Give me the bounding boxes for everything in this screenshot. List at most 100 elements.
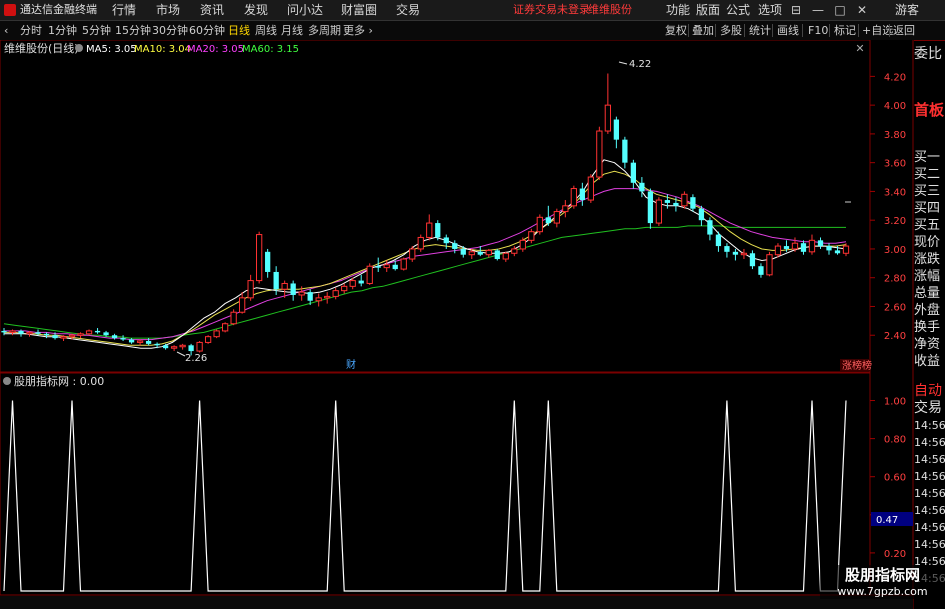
candle-body bbox=[409, 248, 416, 260]
trade-label: 交易 bbox=[914, 400, 942, 416]
price-tick-label: 2.80 bbox=[884, 274, 906, 285]
draw-line-button[interactable]: 画线 bbox=[777, 21, 799, 40]
menu-bar: 通达信金融终端 行情 市场 资讯 发现 问小达 财富圈 交易 证券交易未登录 维… bbox=[0, 0, 945, 21]
menu-options[interactable]: 选项 bbox=[758, 0, 782, 20]
candle-body bbox=[681, 193, 688, 207]
menu-layout[interactable]: 版面 bbox=[696, 0, 720, 20]
menu-quotes[interactable]: 行情 bbox=[112, 0, 136, 20]
order-book-label: 现价 bbox=[914, 235, 941, 250]
login-notice[interactable]: 证券交易未登录 bbox=[513, 0, 590, 20]
menu-discover[interactable]: 发现 bbox=[244, 0, 268, 20]
candle-body bbox=[196, 341, 203, 352]
close-chart-icon[interactable]: ✕ bbox=[855, 42, 864, 55]
order-book-label: 买三 bbox=[914, 184, 941, 199]
overlay-button[interactable]: 叠加 bbox=[692, 21, 714, 40]
period-weekly[interactable]: 周线 bbox=[255, 21, 277, 40]
multi-stock-button[interactable]: 多股 bbox=[720, 21, 742, 40]
candle-body bbox=[417, 236, 424, 250]
menu-market[interactable]: 市场 bbox=[156, 0, 180, 20]
arrow-left-icon[interactable]: ‹ bbox=[4, 21, 8, 40]
candle-body bbox=[68, 334, 76, 338]
candle-body bbox=[460, 248, 466, 255]
order-book-label: 买一 bbox=[914, 150, 941, 165]
candle-body bbox=[179, 344, 186, 348]
menu-news[interactable]: 资讯 bbox=[200, 0, 224, 20]
indicator-settings-icon[interactable] bbox=[3, 377, 11, 385]
mark-button[interactable]: 标记 bbox=[834, 21, 856, 40]
order-book-label: 换手 bbox=[914, 320, 941, 335]
candle-body bbox=[349, 280, 356, 287]
screen-icon[interactable]: ⊟ bbox=[785, 0, 807, 20]
auto-label[interactable]: 自动 bbox=[914, 383, 945, 400]
candle-body bbox=[485, 249, 492, 256]
order-book-label: 涨幅 bbox=[914, 269, 941, 284]
stock-chart[interactable]: 4.20 4.00 3.80 3.60 3.40 3.20 3.00 2.80 2.60 2.40… bbox=[0, 40, 914, 609]
order-book-label: 涨跌 bbox=[914, 252, 941, 267]
tick-time: 14:56 bbox=[914, 453, 945, 466]
candle-body bbox=[834, 250, 841, 254]
menu-ask[interactable]: 问小达 bbox=[287, 0, 323, 20]
candle-body bbox=[528, 231, 535, 241]
candle-body bbox=[613, 119, 620, 140]
candle-body bbox=[655, 199, 663, 224]
candle-body bbox=[26, 331, 33, 335]
period-multi[interactable]: 多周期 bbox=[308, 21, 341, 40]
price-tick-label: 2.60 bbox=[884, 302, 906, 313]
period-60min[interactable]: 60分钟 bbox=[189, 21, 225, 40]
adjust-button[interactable]: 复权 bbox=[665, 21, 687, 40]
back-button[interactable]: 返回 bbox=[893, 21, 915, 40]
candle-body bbox=[43, 333, 50, 336]
candle-body bbox=[443, 237, 449, 244]
financial-event-marker[interactable]: 财 bbox=[346, 358, 356, 371]
close-icon[interactable]: ✕ bbox=[851, 0, 873, 20]
candle-body bbox=[383, 264, 390, 269]
menu-formula[interactable]: 公式 bbox=[726, 0, 750, 20]
period-daily[interactable]: 日线 bbox=[228, 21, 250, 40]
statistics-button[interactable]: 统计 bbox=[749, 21, 771, 40]
candle-body bbox=[511, 248, 518, 254]
candle-body bbox=[204, 336, 212, 343]
candle-body bbox=[315, 297, 322, 302]
candle-body bbox=[536, 216, 543, 233]
candle-body bbox=[604, 104, 611, 132]
period-5min[interactable]: 5分钟 bbox=[82, 21, 111, 40]
stock-title: 维维股份(日线) bbox=[4, 41, 79, 55]
period-15min[interactable]: 15分钟 bbox=[115, 21, 151, 40]
candle-body bbox=[307, 292, 313, 301]
stock-name-link[interactable]: 维维股份 bbox=[588, 0, 632, 20]
period-monthly[interactable]: 月线 bbox=[281, 21, 303, 40]
minimize-icon[interactable]: — bbox=[807, 0, 829, 20]
bid-ratio-label: 委比 bbox=[914, 46, 942, 62]
period-more[interactable]: 更多 › bbox=[343, 21, 373, 40]
f10-button[interactable]: F10 bbox=[808, 21, 828, 40]
period-30min[interactable]: 30分钟 bbox=[152, 21, 188, 40]
settings-dot-icon[interactable] bbox=[75, 44, 83, 52]
menu-function[interactable]: 功能 bbox=[666, 0, 690, 20]
price-tick-label: 3.80 bbox=[884, 130, 906, 141]
candle-body bbox=[128, 339, 135, 343]
indicator-label: 股朋指标网 : 0.00 bbox=[14, 374, 104, 388]
limit-up-tag[interactable]: 涨榜榜 bbox=[842, 359, 872, 372]
candle-body bbox=[426, 222, 433, 238]
guest-label[interactable]: 游客 bbox=[895, 0, 919, 20]
candle-body bbox=[698, 208, 705, 221]
candle-body bbox=[673, 202, 679, 206]
candle-body bbox=[324, 295, 331, 299]
price-tick-label: 3.00 bbox=[884, 245, 906, 256]
candle-body bbox=[281, 282, 288, 290]
order-book-label: 外盘 bbox=[914, 303, 941, 318]
first-board-label[interactable]: 首板 bbox=[914, 100, 945, 120]
watermark-title: 股朋指标网 bbox=[844, 566, 920, 584]
menu-wealth-circle[interactable]: 财富圈 bbox=[341, 0, 377, 20]
candle-body bbox=[826, 246, 832, 251]
period-1min[interactable]: 1分钟 bbox=[48, 21, 77, 40]
menu-trade[interactable]: 交易 bbox=[396, 0, 420, 20]
candle-body bbox=[18, 330, 24, 334]
candle-body bbox=[758, 266, 764, 275]
maximize-icon[interactable]: □ bbox=[829, 0, 851, 20]
trade-panel: 自动 交易 bbox=[914, 383, 945, 417]
candle-body bbox=[358, 280, 364, 284]
period-tick[interactable]: 分时 bbox=[20, 21, 42, 40]
period-toolbar: ‹ 分时 1分钟 5分钟 15分钟 30分钟 60分钟 日线 周线 月线 多周期… bbox=[0, 21, 945, 41]
candle-body bbox=[587, 176, 594, 201]
